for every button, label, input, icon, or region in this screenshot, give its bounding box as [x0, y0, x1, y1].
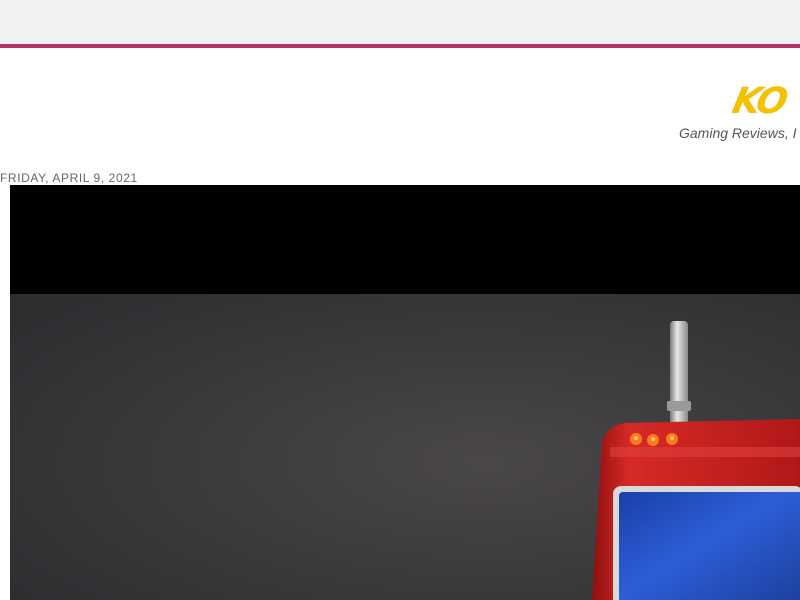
top-navigation-bar	[0, 0, 800, 44]
site-tagline: Gaming Reviews, I	[679, 125, 797, 141]
accent-divider	[0, 44, 800, 48]
post-date: FRIDAY, APRIL 9, 2021	[0, 171, 138, 185]
hero-image	[10, 185, 800, 600]
site-logo[interactable]: KO	[729, 81, 790, 122]
hero-image-graphic	[10, 185, 800, 600]
